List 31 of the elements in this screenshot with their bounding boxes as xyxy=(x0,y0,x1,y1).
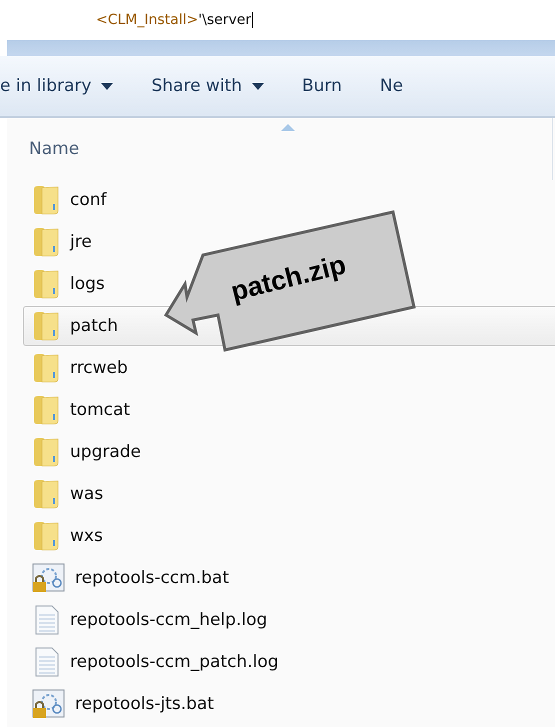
file-name[interactable]: was xyxy=(70,484,104,504)
batch-file-icon xyxy=(32,689,65,719)
file-name[interactable]: patch xyxy=(70,316,118,336)
file-name[interactable]: rrcweb xyxy=(70,358,128,378)
caret-icon xyxy=(252,82,264,90)
file-name[interactable]: repotools-jts.bat xyxy=(75,694,214,714)
folder-icon xyxy=(32,227,60,257)
file-name[interactable]: jre xyxy=(70,232,92,252)
file-name[interactable]: repotools-ccm_help.log xyxy=(70,610,268,630)
file-name[interactable]: logs xyxy=(70,274,105,294)
file-name[interactable]: tomcat xyxy=(70,400,130,420)
folder-icon xyxy=(32,395,60,425)
toolbar-button[interactable]: Burn xyxy=(292,76,370,96)
folder-icon xyxy=(32,311,60,341)
address-field[interactable]: <CLM_Install>'\server xyxy=(96,12,254,28)
folder-icon xyxy=(32,521,60,551)
folder-icon xyxy=(32,479,60,509)
caret-icon xyxy=(101,82,114,90)
toolbar-button[interactable]: Share with xyxy=(141,76,292,96)
file-name[interactable]: upgrade xyxy=(70,442,142,462)
folder-icon xyxy=(32,353,60,383)
folder-icon xyxy=(32,437,60,467)
file-name[interactable]: repotools-ccm_patch.log xyxy=(70,652,279,672)
toolbar-button[interactable]: e in library xyxy=(0,76,142,96)
file-name[interactable]: repotools-ccm.bat xyxy=(75,568,229,588)
folder-icon xyxy=(32,269,60,299)
file-name[interactable]: wxs xyxy=(70,526,103,546)
file-name[interactable]: conf xyxy=(70,190,107,210)
folder-icon xyxy=(32,185,60,215)
batch-file-icon xyxy=(32,563,65,593)
toolbar-button[interactable]: Ne xyxy=(370,76,432,96)
